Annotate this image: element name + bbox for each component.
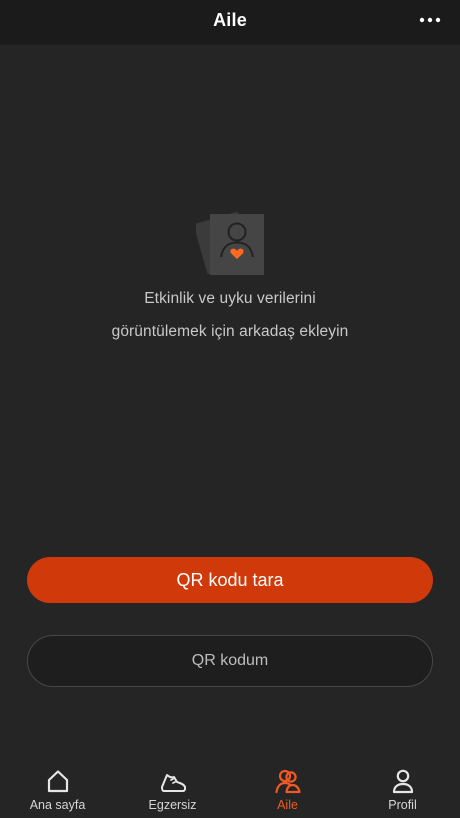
my-qr-button[interactable]: QR kodum — [27, 635, 433, 687]
bottom-tab-bar: Ana sayfa Egzersiz Aile Profil — [0, 757, 460, 818]
empty-state-illustration — [193, 206, 266, 278]
more-horizontal-icon — [419, 17, 441, 23]
tab-exercise-label: Egzersiz — [148, 798, 197, 812]
home-icon — [47, 770, 68, 793]
scan-qr-button-label: QR kodu tara — [176, 569, 284, 590]
top-bar: Aile — [0, 0, 460, 45]
tab-family[interactable]: Aile — [230, 757, 345, 818]
friend-photo-heart-icon — [193, 211, 264, 275]
tab-family-label: Aile — [277, 798, 298, 812]
empty-state-message-line-2: görüntülemek için arkadaş ekleyin — [111, 323, 349, 340]
profile-icon — [392, 769, 413, 794]
tab-profile[interactable]: Profil — [345, 757, 460, 818]
tab-home[interactable]: Ana sayfa — [0, 757, 115, 818]
empty-state-message-line-1: Etkinlik ve uyku verilerini — [144, 290, 316, 307]
more-options-button[interactable] — [414, 8, 446, 32]
tab-profile-label: Profil — [388, 798, 417, 812]
my-qr-button-label: QR kodum — [191, 652, 269, 669]
scan-qr-button[interactable]: QR kodu tara — [27, 557, 433, 603]
tab-exercise[interactable]: Egzersiz — [115, 757, 230, 818]
tab-home-label: Ana sayfa — [29, 798, 86, 812]
shoe-icon — [160, 774, 186, 792]
family-icon — [274, 769, 301, 794]
page-title: Aile — [213, 10, 247, 30]
